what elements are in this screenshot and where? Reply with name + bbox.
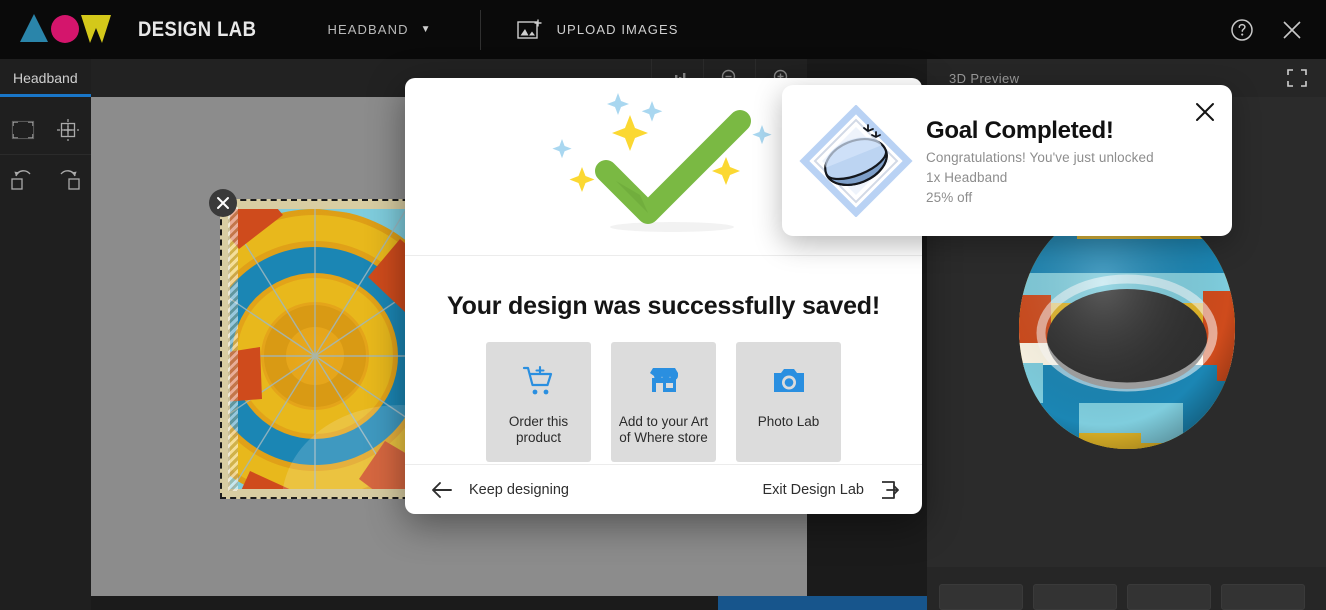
reward-badge bbox=[790, 102, 922, 220]
add-to-store-label: Add to your Art of Where store bbox=[618, 414, 709, 445]
toast-line-2: 1x Headband bbox=[926, 169, 1008, 185]
add-to-store-button[interactable]: Add to your Art of Where store bbox=[611, 342, 716, 462]
green-checkmark-sparkles-icon bbox=[551, 92, 772, 232]
keep-designing-label: Keep designing bbox=[469, 481, 569, 498]
add-to-cart-icon bbox=[522, 365, 552, 395]
modal-actions: Order this product Add to your Art of Wh… bbox=[405, 342, 922, 462]
bleed-hatch-strip bbox=[228, 207, 238, 491]
photo-lab-label: Photo Lab bbox=[757, 414, 820, 429]
arrow-left-icon bbox=[432, 481, 452, 498]
toast-title: Goal Completed! bbox=[926, 116, 1114, 144]
close-icon bbox=[217, 197, 229, 209]
exit-design-lab-button[interactable]: Exit Design Lab bbox=[762, 480, 902, 500]
toast-close-button[interactable] bbox=[1194, 101, 1216, 128]
photo-lab-button[interactable]: Photo Lab bbox=[736, 342, 841, 462]
close-icon bbox=[1196, 103, 1214, 121]
camera-icon bbox=[773, 369, 804, 392]
design-lab-app: DESIGN LAB HEADBAND ▼ UPLOAD IMAGES Head… bbox=[0, 0, 1326, 610]
headband-reward-badge-icon bbox=[799, 104, 913, 217]
toast-content: Goal Completed! Congratulations! You've … bbox=[922, 117, 1214, 205]
delete-design-button[interactable] bbox=[209, 189, 237, 217]
storefront-icon bbox=[649, 368, 678, 392]
goal-completed-toast: Goal Completed! Congratulations! You've … bbox=[782, 85, 1232, 236]
toast-line-1: Congratulations! You've just unlocked bbox=[926, 149, 1154, 165]
modal-footer: Keep designing Exit Design Lab bbox=[405, 464, 922, 514]
toast-line-3: 25% off bbox=[926, 189, 973, 205]
order-product-label: Order this product bbox=[508, 414, 569, 445]
exit-design-lab-label: Exit Design Lab bbox=[762, 481, 864, 498]
keep-designing-button[interactable]: Keep designing bbox=[431, 481, 569, 499]
logout-icon bbox=[882, 480, 899, 499]
modal-title: Your design was successfully saved! bbox=[447, 292, 880, 320]
order-product-button[interactable]: Order this product bbox=[486, 342, 591, 462]
